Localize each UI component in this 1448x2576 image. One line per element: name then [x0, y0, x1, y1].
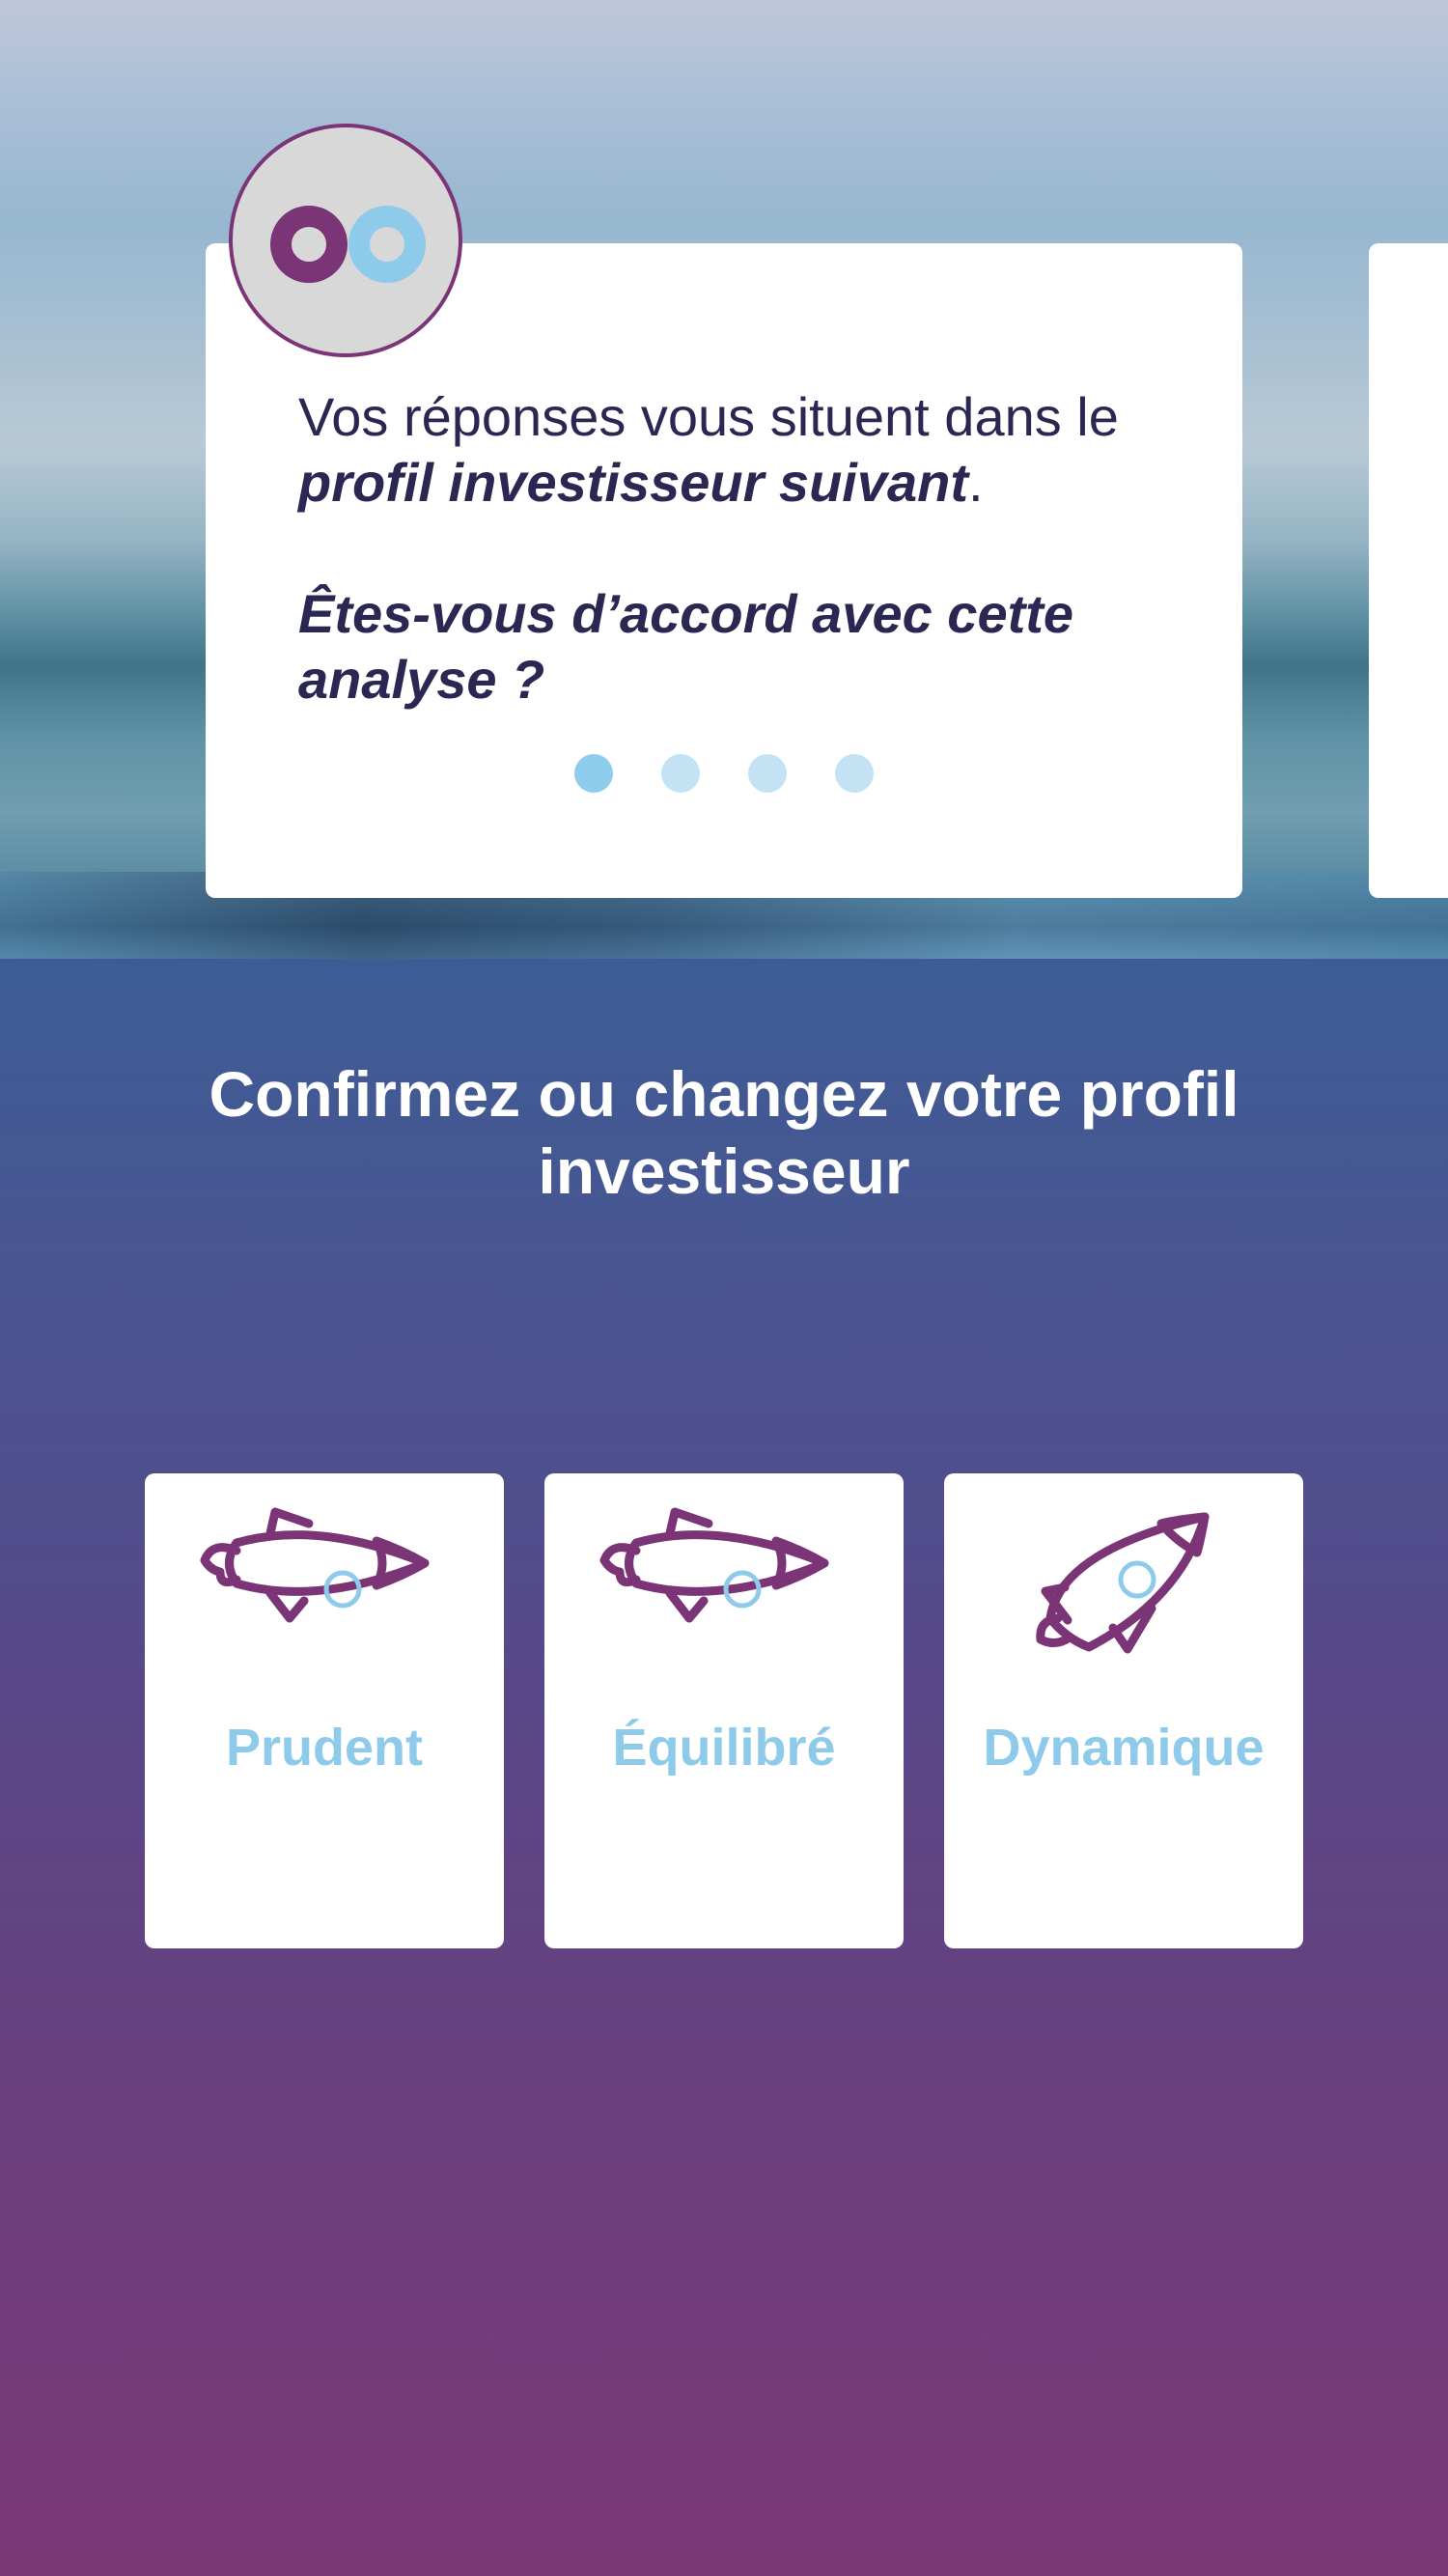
rocket-icon	[599, 1507, 829, 1623]
carousel-dot-3[interactable]	[748, 754, 787, 793]
message-line: Vos réponses vous situent dans le	[298, 386, 1119, 447]
rocket-icon	[200, 1507, 430, 1623]
profile-option-dynamique[interactable]: Dynamique	[944, 1473, 1303, 1948]
carousel-dot-4[interactable]	[835, 754, 874, 793]
question-line-1: Êtes-vous d’accord avec cette	[298, 583, 1074, 644]
profile-label-equilibre: Équilibré	[612, 1719, 836, 1777]
profile-option-equilibre[interactable]: Équilibré	[544, 1473, 904, 1948]
oo-logo-icon	[270, 206, 426, 283]
section-title-line-1: Confirmez ou changez votre profil	[209, 1058, 1239, 1130]
question-line-2: analyse ?	[298, 649, 545, 710]
carousel-dot-2[interactable]	[661, 754, 700, 793]
profile-label-dynamique: Dynamique	[983, 1719, 1265, 1777]
message-bold: profil investisseur suivant	[298, 452, 968, 513]
advisor-avatar	[229, 124, 462, 357]
profile-option-prudent[interactable]: Prudent	[145, 1473, 504, 1948]
profile-result-message: Vos réponses vous situent dans le profil…	[298, 384, 1167, 713]
section-title-line-2: investisseur	[538, 1135, 910, 1207]
next-carousel-card[interactable]	[1369, 243, 1448, 898]
profile-label-prudent: Prudent	[225, 1719, 423, 1777]
section-title: Confirmez ou changez votre profil invest…	[145, 1055, 1303, 1210]
carousel-dot-1[interactable]	[574, 754, 613, 793]
rocket-icon	[1036, 1512, 1210, 1654]
message-punct: .	[967, 452, 984, 513]
